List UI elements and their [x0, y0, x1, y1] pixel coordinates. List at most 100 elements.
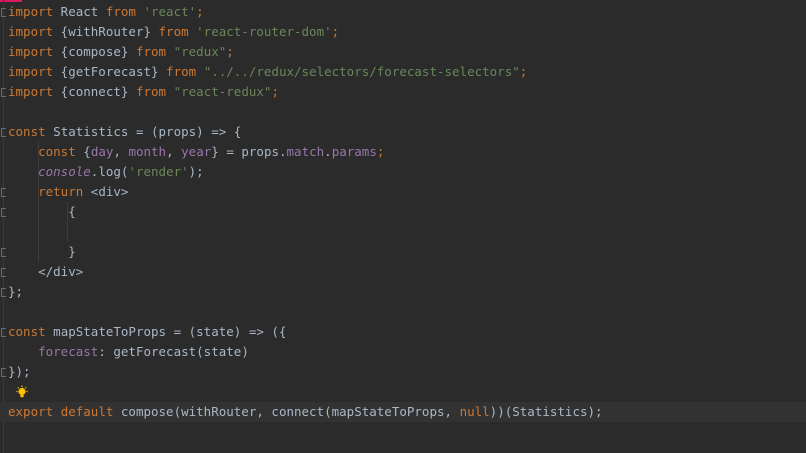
code-line[interactable]: export default compose(withRouter, conne… [0, 402, 806, 422]
code-token: , [113, 144, 129, 159]
code-token: <div> [83, 184, 129, 199]
code-token: year [181, 144, 212, 159]
code-token: {getForecast} [53, 64, 167, 79]
code-token: } [8, 244, 76, 259]
code-token: return [38, 184, 84, 199]
code-token: from [135, 44, 167, 59]
code-token: import [8, 84, 54, 99]
code-token: } = props. [211, 144, 287, 159]
code-token: : getForecast(state) [98, 344, 249, 359]
code-token: "redux" [173, 44, 227, 59]
code-line[interactable] [0, 222, 806, 242]
code-line[interactable]: { [0, 202, 806, 222]
code-token: ; [331, 24, 340, 39]
code-token: ; [376, 144, 385, 159]
code-token: , [166, 144, 182, 159]
code-token: 'react-router-dom' [196, 24, 332, 39]
code-token: { [75, 144, 91, 159]
code-editor[interactable]: import React from 'react'; import {withRo… [0, 0, 806, 453]
code-line[interactable]: import React from 'react'; [0, 2, 806, 22]
fold-marker[interactable] [1, 268, 6, 277]
code-token: ; [226, 44, 234, 59]
code-token: console [38, 164, 91, 179]
code-token: .log( [90, 164, 129, 179]
code-token: mapStateToProps = (state) => ({ [45, 324, 287, 339]
code-line[interactable]: const mapStateToProps = (state) => ({ [0, 322, 806, 342]
code-token: { [8, 204, 76, 219]
code-token: const [38, 144, 76, 159]
fold-marker[interactable] [1, 128, 6, 137]
code-line[interactable]: import {withRouter} from 'react-router-d… [0, 22, 806, 42]
fold-marker[interactable] [1, 8, 6, 17]
code-token: null [459, 404, 490, 419]
code-token: . [324, 144, 332, 159]
code-line[interactable]: const Statistics = (props) => { [0, 122, 806, 142]
code-token: from [158, 24, 189, 39]
code-token: export [8, 404, 54, 419]
code-line[interactable] [0, 382, 806, 402]
fold-marker[interactable] [1, 288, 6, 297]
code-token: const [8, 324, 46, 339]
code-token: "../../redux/selectors/forecast-selector… [203, 64, 520, 79]
code-token: 'react' [143, 4, 197, 19]
code-line[interactable]: import {connect} from "react-redux"; [0, 82, 806, 102]
code-token: default [60, 404, 114, 419]
code-line[interactable]: console.log('render'); [0, 162, 806, 182]
code-line[interactable]: const {day, month, year} = props.match.p… [0, 142, 806, 162]
fold-marker[interactable] [1, 188, 6, 197]
code-line[interactable]: }); [0, 362, 806, 382]
code-token: {withRouter} [53, 24, 159, 39]
code-token: import [8, 4, 54, 19]
code-line[interactable]: import {compose} from "redux"; [0, 42, 806, 62]
code-token: import [8, 44, 54, 59]
indent-guide [67, 202, 68, 242]
code-token: compose(withRouter, connect(mapStateToPr… [113, 404, 460, 419]
fold-marker[interactable] [1, 248, 6, 257]
code-token: from [166, 64, 197, 79]
code-line[interactable]: import {getForecast} from "../../redux/s… [0, 62, 806, 82]
code-token: 'render' [128, 164, 189, 179]
code-token: ; [271, 84, 279, 99]
code-token: from [105, 4, 136, 19]
code-token: ; [196, 4, 204, 19]
code-token: ))(Statistics); [489, 404, 603, 419]
lightbulb-icon[interactable] [14, 385, 30, 401]
code-line[interactable]: </div> [0, 262, 806, 282]
code-line[interactable] [0, 102, 806, 122]
fold-marker[interactable] [1, 328, 6, 337]
code-token: match [286, 144, 325, 159]
code-token: {compose} [53, 44, 136, 59]
code-token: import [8, 64, 54, 79]
code-token: day [90, 144, 114, 159]
fold-marker[interactable] [1, 368, 6, 377]
code-token: const [8, 124, 46, 139]
code-token: ); [188, 164, 204, 179]
fold-marker[interactable] [1, 88, 6, 97]
code-token: React [53, 4, 106, 19]
fold-marker[interactable] [1, 208, 6, 217]
code-token: {connect} [53, 84, 136, 99]
indent-guide [38, 142, 39, 262]
code-token: month [128, 144, 167, 159]
code-token: import [8, 24, 54, 39]
code-line[interactable] [0, 302, 806, 322]
code-token: }); [8, 364, 31, 379]
code-line[interactable]: forecast: getForecast(state) [0, 342, 806, 362]
code-line[interactable]: return <div> [0, 182, 806, 202]
code-token: Statistics = (props) => { [45, 124, 242, 139]
code-line[interactable]: } [0, 242, 806, 262]
code-token: "react-redux" [173, 84, 272, 99]
code-token: </div> [8, 264, 84, 279]
code-line[interactable]: }; [0, 282, 806, 302]
code-token: from [135, 84, 167, 99]
code-token: }; [8, 284, 24, 299]
code-token: ; [519, 64, 528, 79]
